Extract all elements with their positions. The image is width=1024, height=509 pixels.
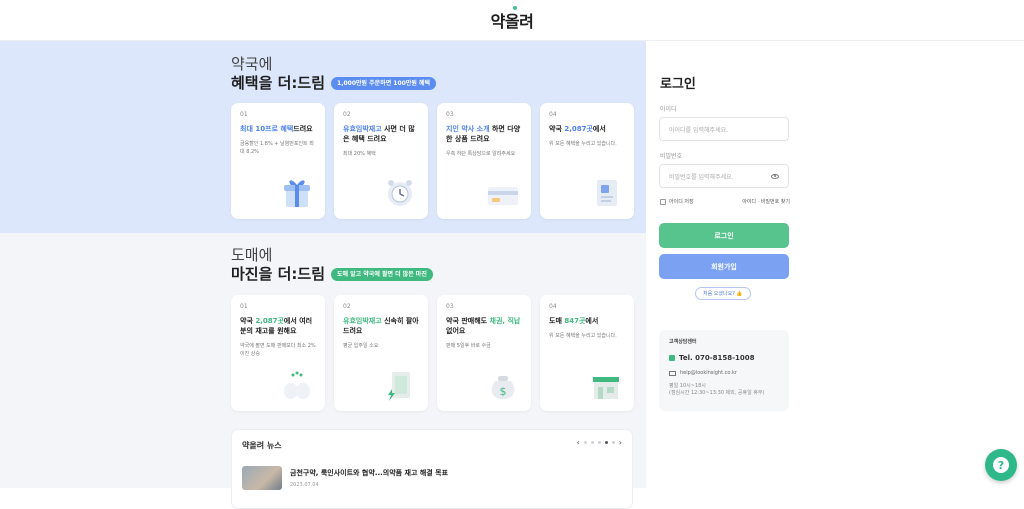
card-title: 최대 10프로 혜택드려요 [240, 125, 313, 133]
card-number: 01 [240, 303, 248, 310]
pager-dot[interactable] [583, 441, 587, 444]
card-number: 02 [343, 111, 351, 118]
id-label: 아이디 [660, 106, 677, 113]
card-title: 유효임박재고 신속히 팔아드려요 [343, 317, 419, 335]
support-hours-note: (점심시간 12:30~13:30 제외, 공휴일 휴무) [669, 390, 765, 396]
pharmacy-card-2[interactable]: 02 유효임박재고 사면 더 많은 혜택 드려요최대 20% 혜택 [334, 103, 428, 219]
checkbox-icon[interactable] [660, 198, 666, 205]
support-heading: 고객상담센터 [669, 339, 697, 345]
next-arrow-icon[interactable]: › [619, 438, 622, 447]
battery-icon [382, 367, 418, 403]
remember-id-checkbox[interactable]: 아이디 저장 [660, 198, 694, 205]
pager-dot[interactable] [590, 441, 594, 444]
help-chat-button[interactable]: ? [985, 449, 1017, 481]
promo-area: 약국에 혜택을 더:드림 1,000만원 주문하면 100만원 혜택 01 최대 1… [0, 41, 646, 509]
login-button[interactable]: 로그인 [659, 223, 789, 248]
pharmacy-card-1[interactable]: 01 최대 10프로 혜택드려요금융할인 1.8% + 날염번포인트 최대 8.2… [231, 103, 325, 219]
card-number: 02 [343, 303, 351, 310]
card-desc: 최대 20% 혜택 [343, 151, 376, 157]
news-thumbnail[interactable] [242, 466, 282, 490]
news-pager: ‹ › [577, 438, 622, 447]
card-number: 01 [240, 111, 248, 118]
card-desc: 위 모든 혜택을 누리고 있습니다. [549, 141, 617, 147]
pw-input[interactable]: 비밀번호를 입력해주세요. [659, 164, 789, 188]
card-number: 03 [446, 303, 454, 310]
card-title: 약국 판매해도 채권, 직납 없어요 [446, 317, 521, 335]
wholesale-pill: 도매 알고 약국에 팔면 더 많은 마진 [331, 267, 433, 281]
card-title: 약국 2,087곳에서 [549, 125, 606, 133]
top-bar: 약올려 [0, 0, 1024, 41]
svg-text:$: $ [500, 385, 507, 398]
logo-dot-icon [512, 6, 517, 10]
pager-dot[interactable] [611, 441, 615, 444]
card-number: 04 [549, 111, 557, 118]
support-tel[interactable]: Tel. 070-8158-1008 [679, 354, 754, 362]
support-email[interactable]: help@lookinsight.co.kr [680, 370, 737, 376]
clock-icon [382, 175, 418, 211]
card-title: 약국 2,087곳에서 여러분의 재고를 원해요 [240, 317, 313, 335]
card-desc: 판매 5일후 바로 수금 [446, 343, 491, 349]
card-number: 04 [549, 303, 557, 310]
wholesale-section-title: 도매에 마진을 더:드림 도매 알고 약국에 팔면 더 많은 마진 [231, 246, 433, 284]
card-icon [485, 175, 521, 211]
card-desc: 위 모든 혜택을 누리고 있습니다. [549, 333, 617, 339]
pharmacy-title-line2: 혜택을 더:드림 [231, 74, 326, 92]
card-desc: 약국에 팔면 도매 판매보다 최소 2% 이진 상승 [240, 343, 316, 357]
pager-dot[interactable] [597, 441, 601, 444]
pharmacy-pill: 1,000만원 주문하면 100만원 혜택 [331, 76, 437, 90]
pharmacy-section-title: 약국에 혜택을 더:드림 1,000만원 주문하면 100만원 혜택 [231, 55, 437, 93]
wholesale-card-1[interactable]: 01 약국 2,087곳에서 여러분의 재고를 원해요약국에 팔면 도매 판매보다… [231, 295, 325, 411]
card-desc: 금융할인 1.8% + 날염번포인트 최대 8.2% [240, 141, 314, 155]
news-item-title[interactable]: 금천구약, 룩인사이트와 협약...의약품 재고 해결 목표 [290, 468, 448, 478]
news-item-date: 2023.07.04 [290, 482, 319, 488]
pills-icon [279, 367, 315, 403]
card-title: 지인 약사 소개 하면 다양한 상품 드려요 [446, 125, 521, 143]
id-input[interactable]: 아이디를 입력해주세요. [659, 117, 789, 141]
wholesale-card-3[interactable]: 03 약국 판매해도 채권, 직납 없어요판매 5일후 바로 수금 $ [437, 295, 531, 411]
pharmacy-card-3[interactable]: 03 지인 약사 소개 하면 다양한 상품 드려요우측 하단 톡상담으로 알려주세… [437, 103, 531, 219]
first-visit-tip[interactable]: 처음 오셨나요? 👍 [695, 287, 751, 300]
pager-dot-active[interactable] [604, 441, 608, 444]
support-hours: 평일 10시~18시 [669, 383, 706, 389]
card-desc: 우측 하단 톡상담으로 알려주세요 [446, 151, 516, 157]
logo[interactable]: 약올려 [491, 6, 534, 32]
card-title: 유효임박재고 사면 더 많은 혜택 드려요 [343, 125, 415, 143]
pw-label: 비밀번호 [660, 153, 683, 160]
wholesale-card-2[interactable]: 02 유효임박재고 신속히 팔아드려요평균 입주일 소요 [334, 295, 428, 411]
mail-icon [669, 370, 676, 376]
wholesale-title-line2: 마진을 더:드림 [231, 265, 326, 283]
card-desc: 평균 입주일 소요 [343, 343, 379, 349]
wholesale-card-4[interactable]: 04 도매 847곳에서위 모든 혜택을 누리고 있습니다. [540, 295, 634, 411]
news-heading: 약올려 뉴스 [242, 441, 282, 450]
pharmacy-card-4[interactable]: 04 약국 2,087곳에서위 모든 혜택을 누리고 있습니다. [540, 103, 634, 219]
wholesale-title-line1: 도매에 [231, 246, 273, 264]
gift-icon [279, 175, 315, 211]
login-panel: 로그인 아이디 아이디를 입력해주세요. 비밀번호 비밀번호를 입력해주세요. … [646, 41, 1024, 488]
question-icon: ? [993, 457, 1009, 473]
store-icon [588, 367, 624, 403]
money-bag-icon: $ [485, 367, 521, 403]
prev-arrow-icon[interactable]: ‹ [577, 438, 580, 447]
support-box: 고객상담센터 Tel. 070-8158-1008 help@lookinsig… [659, 330, 789, 411]
card-number: 03 [446, 111, 454, 118]
card-title: 도매 847곳에서 [549, 317, 599, 325]
eye-icon[interactable] [771, 173, 779, 179]
find-id-pw-link[interactable]: 아이디 · 비밀번호 찾기 [742, 198, 790, 205]
news-panel: 약올려 뉴스 ‹ › 금천구약, 룩인사이트와 협약...의약품 재고 해결 목… [231, 429, 633, 509]
signup-button[interactable]: 회원가입 [659, 254, 789, 279]
pharmacy-title-line1: 약국에 [231, 55, 273, 73]
login-title: 로그인 [660, 77, 696, 92]
document-icon [588, 175, 624, 211]
phone-icon [669, 355, 675, 361]
